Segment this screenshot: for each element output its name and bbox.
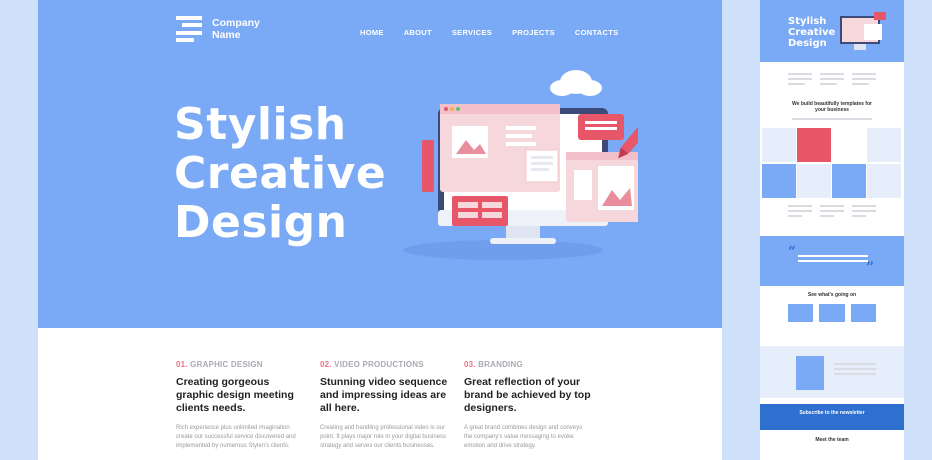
thumb-news: See what's going on [760, 292, 904, 322]
company-name-line2: Name [212, 29, 241, 41]
logo[interactable]: Company Name [176, 16, 260, 42]
feature-title: Great reflection of your brand be achiev… [464, 376, 591, 414]
hero-section: Company Name HOME ABOUT SERVICES PROJECT… [38, 0, 722, 328]
nav-about[interactable]: ABOUT [404, 28, 432, 37]
feature-video-productions: 02. VIDEO PRODUCTIONS Stunning video seq… [320, 360, 448, 451]
feature-kicker: 01. GRAPHIC DESIGN [176, 360, 304, 369]
feature-number: 03. [464, 360, 476, 369]
toolbar-icon [422, 140, 434, 192]
quote-close-icon: ” [866, 260, 875, 276]
thumb-testimonial: “ ” [760, 236, 904, 286]
thumb-hero: Stylish Creative Design [760, 0, 904, 62]
feature-body: Rich experience plus unlimited imaginati… [176, 425, 296, 449]
feature-label: BRANDING [478, 360, 523, 369]
thumb-hero-line3: Design [788, 38, 827, 49]
page-thumbnail-strip[interactable]: Stylish Creative Design We build beautif… [760, 0, 904, 460]
feature-title: Stunning video sequence and impressing i… [320, 376, 448, 414]
nav-home[interactable]: HOME [360, 28, 384, 37]
cloud-icon [550, 70, 602, 96]
feature-body: A great brand combines design and convey… [464, 425, 583, 449]
feature-body: Creating and handling professional video… [320, 425, 447, 449]
template-preview: Company Name HOME ABOUT SERVICES PROJECT… [38, 0, 722, 460]
nav-services[interactable]: SERVICES [452, 28, 492, 37]
features-section: 01. GRAPHIC DESIGN Creating gorgeous gra… [176, 360, 592, 451]
company-name: Company Name [212, 17, 260, 41]
logo-icon [176, 16, 204, 42]
thumb-hero-line2: Creative [788, 27, 836, 38]
thumb-templates-heading: We build beautifully templates for your … [760, 101, 904, 123]
thumb-illustration [840, 12, 886, 50]
feature-title: Creating gorgeous graphic design meeting… [176, 376, 294, 414]
headline-line3: Design [174, 197, 348, 248]
thumb-contact [760, 346, 904, 398]
feature-label: GRAPHIC DESIGN [190, 360, 263, 369]
thumb-newsletter-title: Subscribe to the newsletter [799, 410, 865, 416]
main-nav: HOME ABOUT SERVICES PROJECTS CONTACTS [360, 28, 618, 37]
thumb-hero-line1: Stylish [788, 16, 827, 27]
quote-open-icon: “ [788, 244, 797, 260]
nav-projects[interactable]: PROJECTS [512, 28, 555, 37]
company-name-line1: Company [212, 17, 260, 29]
feature-branding: 03. BRANDING Great reflection of your br… [464, 360, 592, 451]
nav-contacts[interactable]: CONTACTS [575, 28, 619, 37]
feature-graphic-design: 01. GRAPHIC DESIGN Creating gorgeous gra… [176, 360, 304, 451]
thumb-team-title: Meet the team [815, 437, 849, 443]
thumb-features [760, 70, 904, 88]
thumb-hero-title: Stylish Creative Design [788, 16, 835, 49]
hero-headline: Stylish Creative Design [174, 100, 386, 247]
headline-line1: Stylish [174, 99, 347, 150]
feature-number: 01. [176, 360, 188, 369]
feature-number: 02. [320, 360, 332, 369]
feature-kicker: 03. BRANDING [464, 360, 592, 369]
thumb-section-title: We build beautifully templates for your … [792, 101, 872, 113]
feature-label: VIDEO PRODUCTIONS [334, 360, 424, 369]
thumb-services-list [760, 202, 904, 220]
design-illustration [403, 70, 638, 260]
headline-line2: Creative [174, 148, 387, 199]
thumb-newsletter: Subscribe to the newsletter [760, 404, 904, 430]
feature-kicker: 02. VIDEO PRODUCTIONS [320, 360, 448, 369]
